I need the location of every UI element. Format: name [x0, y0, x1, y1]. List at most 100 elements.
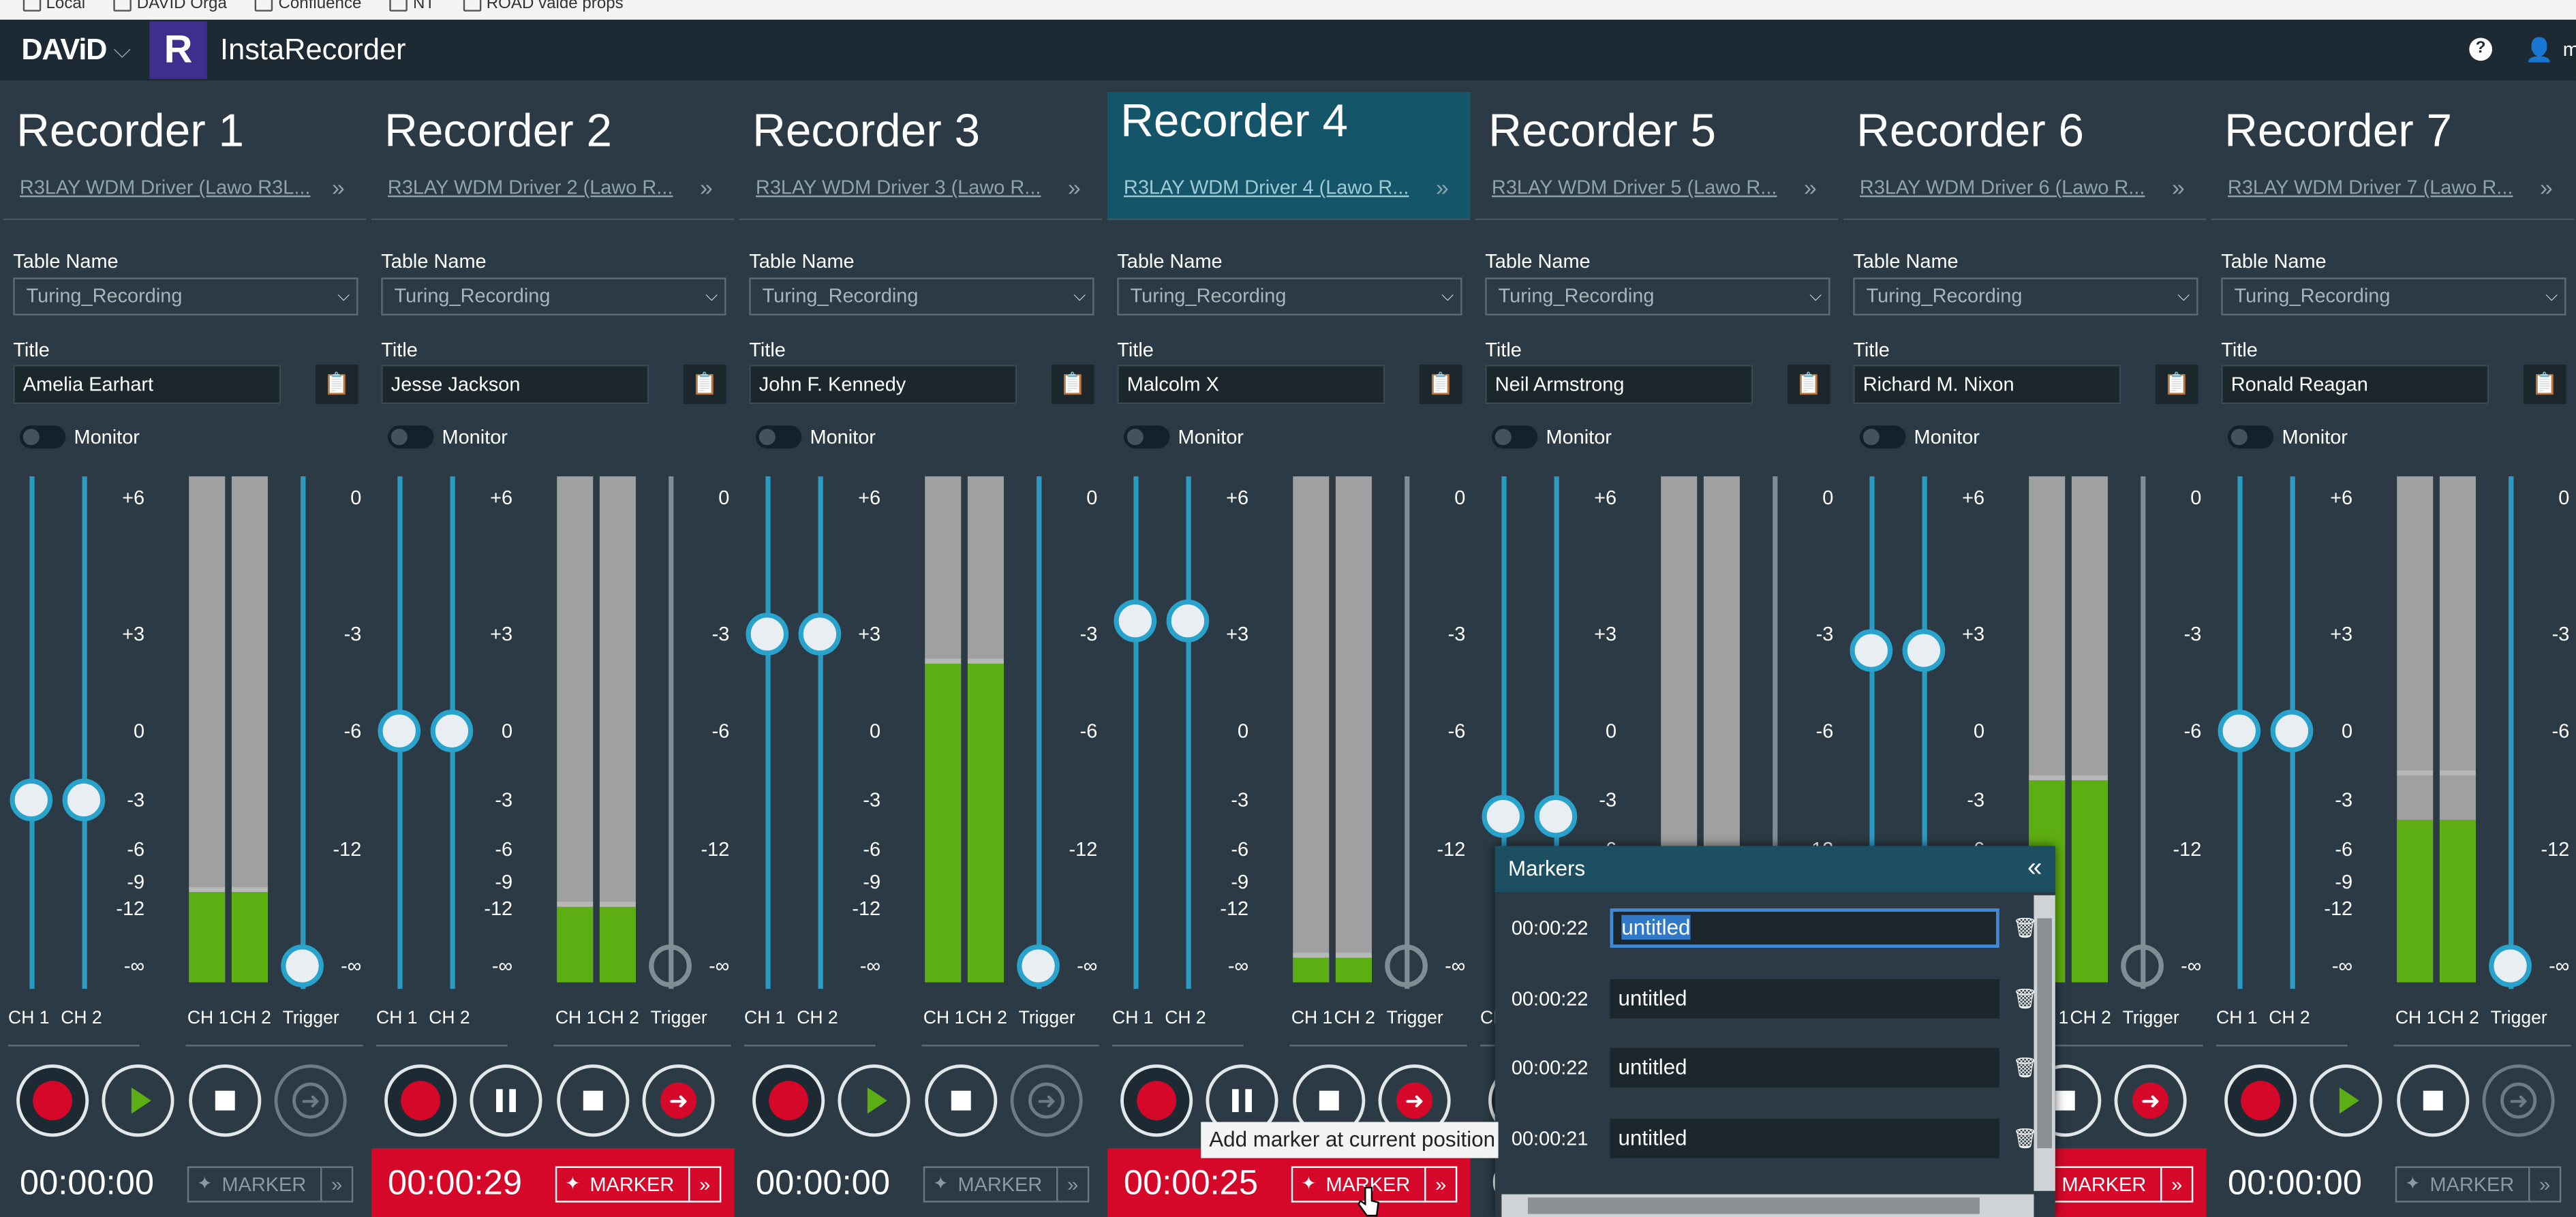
recorder-header[interactable]: Recorder 7 R3LAY WDM Driver 7 (Lawo R... »: [2211, 91, 2575, 221]
marker-button[interactable]: ✦ MARKER »: [2395, 1166, 2562, 1203]
driver-link[interactable]: R3LAY WDM Driver (Lawo R3L...: [20, 176, 316, 199]
bookmark-nt[interactable]: NT: [390, 0, 435, 15]
title-input[interactable]: Amelia Earhart: [13, 365, 281, 405]
fader-track-ch2[interactable]: [1186, 476, 1191, 989]
monitor-toggle[interactable]: [19, 425, 66, 449]
bookmark-david-orga[interactable]: DAVID Orga: [114, 0, 227, 15]
trigger-track[interactable]: [2141, 476, 2146, 989]
driver-link[interactable]: R3LAY WDM Driver 3 (Lawo R...: [756, 176, 1052, 199]
chevron-double-right-icon[interactable]: »: [320, 1168, 352, 1201]
chevron-double-right-icon[interactable]: »: [1424, 1168, 1456, 1201]
fader-knob-ch1[interactable]: [1114, 599, 1157, 642]
marker-label-input[interactable]: untitled: [1610, 979, 1999, 1019]
fader-knob-ch2[interactable]: [430, 709, 474, 753]
stop-button[interactable]: [557, 1064, 630, 1137]
brand-logo[interactable]: DAViD: [21, 20, 107, 80]
driver-link[interactable]: R3LAY WDM Driver 4 (Lawo R...: [1124, 176, 1420, 199]
record-button[interactable]: [752, 1064, 825, 1137]
record-button[interactable]: [16, 1064, 89, 1137]
title-input[interactable]: Richard M. Nixon: [1853, 365, 2121, 405]
user-icon[interactable]: 👤: [2525, 36, 2554, 64]
fader-track-ch2[interactable]: [82, 476, 87, 989]
fader-knob-ch1[interactable]: [10, 778, 53, 822]
recorder-header[interactable]: Recorder 4 R3LAY WDM Driver 4 (Lawo R... »: [1107, 91, 1471, 221]
stop-button[interactable]: [189, 1064, 262, 1137]
trigger-knob[interactable]: [2489, 944, 2532, 987]
driver-link[interactable]: R3LAY WDM Driver 6 (Lawo R...: [1860, 176, 2156, 199]
monitor-toggle[interactable]: [2227, 425, 2274, 449]
chevron-double-right-icon[interactable]: »: [2160, 1168, 2192, 1201]
fader-track-ch1[interactable]: [765, 476, 771, 989]
chevron-double-right-icon[interactable]: »: [332, 174, 345, 201]
monitor-toggle[interactable]: [1491, 425, 1538, 449]
next-take-button[interactable]: ➜: [1010, 1064, 1083, 1137]
next-take-button[interactable]: ➜: [274, 1064, 347, 1137]
marker-button[interactable]: ✦ MARKER »: [555, 1166, 722, 1203]
fader-knob-ch2[interactable]: [1534, 795, 1578, 838]
clipboard-icon[interactable]: 📋: [2523, 365, 2566, 405]
recorder-header[interactable]: Recorder 6 R3LAY WDM Driver 6 (Lawo R... »: [1843, 91, 2207, 221]
play-pause-button[interactable]: [102, 1064, 174, 1137]
marker-button[interactable]: ✦ MARKER »: [923, 1166, 1090, 1203]
next-take-button[interactable]: ➜: [642, 1064, 715, 1137]
chevron-double-right-icon[interactable]: »: [2528, 1168, 2560, 1201]
title-input[interactable]: Malcolm X: [1117, 365, 1385, 405]
fader-track-ch2[interactable]: [818, 476, 823, 989]
marker-label-input[interactable]: untitled: [1610, 1118, 1999, 1158]
clipboard-icon[interactable]: 📋: [683, 365, 726, 405]
fader-knob-ch1[interactable]: [378, 709, 421, 753]
trigger-knob[interactable]: [281, 944, 324, 987]
help-icon[interactable]: ?: [2469, 37, 2493, 61]
table-name-select[interactable]: Turing_Recording ⌵: [749, 277, 1094, 315]
chevron-down-icon[interactable]: ⌵: [113, 20, 131, 80]
chevron-double-right-icon[interactable]: »: [1436, 174, 1449, 201]
chevron-double-right-icon[interactable]: »: [700, 174, 713, 201]
table-name-select[interactable]: Turing_Recording ⌵: [381, 277, 726, 315]
trigger-knob[interactable]: [2121, 944, 2164, 987]
clipboard-icon[interactable]: 📋: [1051, 365, 1094, 405]
table-name-select[interactable]: Turing_Recording ⌵: [2221, 277, 2566, 315]
trigger-knob[interactable]: [649, 944, 692, 987]
next-take-button[interactable]: ➜: [2482, 1064, 2555, 1137]
record-button[interactable]: [384, 1064, 457, 1137]
chevron-double-right-icon[interactable]: »: [1056, 1168, 1088, 1201]
markers-vertical-scrollbar[interactable]: [2034, 895, 2055, 1191]
table-name-select[interactable]: Turing_Recording ⌵: [13, 277, 358, 315]
table-name-select[interactable]: Turing_Recording ⌵: [1117, 277, 1462, 315]
stop-button[interactable]: [925, 1064, 998, 1137]
fader-knob-ch1[interactable]: [746, 613, 789, 656]
chevron-double-right-icon[interactable]: »: [688, 1168, 720, 1201]
stop-button[interactable]: [2397, 1064, 2470, 1137]
recorder-header[interactable]: Recorder 3 R3LAY WDM Driver 3 (Lawo R... »: [739, 91, 1103, 221]
monitor-toggle[interactable]: [387, 425, 434, 449]
recorder-header[interactable]: Recorder 2 R3LAY WDM Driver 2 (Lawo R... »: [371, 91, 735, 221]
fader-knob-ch2[interactable]: [2270, 709, 2314, 753]
marker-button[interactable]: ✦ MARKER »: [187, 1166, 354, 1203]
next-take-button[interactable]: ➜: [2114, 1064, 2187, 1137]
trigger-track[interactable]: [301, 476, 306, 989]
chevron-double-right-icon[interactable]: »: [1804, 174, 1817, 201]
fader-knob-ch1[interactable]: [2218, 709, 2261, 753]
marker-label-input[interactable]: untitled: [1610, 908, 1999, 948]
trigger-track[interactable]: [669, 476, 674, 989]
table-name-select[interactable]: Turing_Recording ⌵: [1485, 277, 1830, 315]
fader-knob-ch2[interactable]: [1902, 628, 1946, 672]
play-pause-button[interactable]: [470, 1064, 542, 1137]
clipboard-icon[interactable]: 📋: [315, 365, 358, 405]
collapse-icon[interactable]: «: [2027, 846, 2042, 892]
monitor-toggle[interactable]: [1859, 425, 1906, 449]
trigger-track[interactable]: [2509, 476, 2514, 989]
record-button[interactable]: [1120, 1064, 1193, 1137]
fader-track-ch1[interactable]: [29, 476, 35, 989]
trigger-knob[interactable]: [1017, 944, 1060, 987]
fader-knob-ch1[interactable]: [1850, 628, 1893, 672]
trigger-knob[interactable]: [1385, 944, 1428, 987]
title-input[interactable]: Neil Armstrong: [1485, 365, 1753, 405]
bookmark-local[interactable]: Local: [23, 0, 85, 15]
record-button[interactable]: [2224, 1064, 2297, 1137]
driver-link[interactable]: R3LAY WDM Driver 5 (Lawo R...: [1492, 176, 1788, 199]
recorder-header[interactable]: Recorder 5 R3LAY WDM Driver 5 (Lawo R... »: [1475, 91, 1839, 221]
fader-knob-ch2[interactable]: [1166, 599, 1210, 642]
scrollbar-thumb[interactable]: [2037, 918, 2052, 1149]
markers-horizontal-scrollbar[interactable]: [1501, 1194, 2034, 1217]
